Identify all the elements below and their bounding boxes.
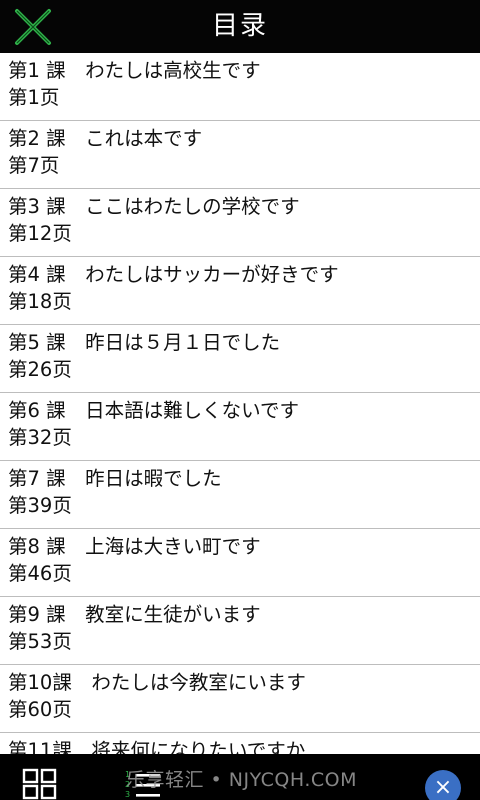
watermark-text: 乐享轻汇 • NJYCQH.COM	[126, 769, 357, 791]
page-title: 目录	[211, 11, 268, 41]
list-item[interactable]: 第7 課 昨日は暇でした 第39页	[0, 461, 480, 529]
app-screen: 目录 第1 課 わたしは高校生です 第1页 第2 課 これは本です 第7页 第3 課 こ…	[0, 0, 480, 800]
lesson-title: 第6 課 日本語は難しくないです	[8, 399, 300, 422]
lesson-page-number: 第39页	[8, 494, 72, 517]
top-bar: 目录	[0, 0, 480, 53]
lesson-title: 第3 課 ここはわたしの学校です	[8, 195, 300, 218]
list-item[interactable]: 第5 課 昨日は５月１日でした 第26页	[0, 325, 480, 393]
lesson-page-number: 第1页	[8, 86, 60, 109]
list-item[interactable]: 第9 課 教室に生徒がいます 第53页	[0, 597, 480, 665]
lesson-title: 第9 課 教室に生徒がいます	[8, 603, 261, 626]
lesson-title: 第10課 わたしは今教室にいます	[8, 671, 306, 694]
lesson-title: 第7 課 昨日は暇でした	[8, 467, 222, 490]
list-item[interactable]: 第6 課 日本語は難しくないです 第32页	[0, 393, 480, 461]
list-item[interactable]: 第4 課 わたしはサッカーが好きです 第18页	[0, 257, 480, 325]
lesson-title: 第2 課 これは本です	[8, 127, 203, 150]
grid-icon[interactable]	[22, 768, 58, 800]
lesson-page-number: 第46页	[8, 562, 72, 585]
lesson-page-number: 第18页	[8, 290, 72, 313]
lesson-page-number: 第12页	[8, 222, 72, 245]
lesson-page-number: 第26页	[8, 358, 72, 381]
lesson-title: 第5 課 昨日は５月１日でした	[8, 331, 281, 354]
lesson-page-number: 第7页	[8, 154, 60, 177]
toc-list[interactable]: 第1 課 わたしは高校生です 第1页 第2 課 これは本です 第7页 第3 課 ここはわ…	[0, 53, 480, 754]
lesson-title: 第8 課 上海は大きい町です	[8, 535, 261, 558]
lesson-title: 第11課 将来何になりたいですか	[8, 739, 306, 754]
list-item[interactable]: 第3 課 ここはわたしの学校です 第12页	[0, 189, 480, 257]
lesson-page-number: 第60页	[8, 698, 72, 721]
list-item[interactable]: 第1 課 わたしは高校生です 第1页	[0, 53, 480, 121]
lesson-title: 第4 課 わたしはサッカーが好きです	[8, 263, 339, 286]
lesson-page-number: 第53页	[8, 630, 72, 653]
list-item[interactable]: 第2 課 これは本です 第7页	[0, 121, 480, 189]
list-item[interactable]: 第11課 将来何になりたいですか	[0, 733, 480, 754]
bottom-bar: 1 2 3 乐享轻汇 • NJYCQH.COM ×	[0, 754, 480, 800]
lesson-page-number: 第32页	[8, 426, 72, 449]
list-item[interactable]: 第8 課 上海は大きい町です 第46页	[0, 529, 480, 597]
lesson-title: 第1 課 わたしは高校生です	[8, 59, 261, 82]
list-item[interactable]: 第10課 わたしは今教室にいます 第60页	[0, 665, 480, 733]
close-circle-icon[interactable]: ×	[425, 770, 461, 800]
